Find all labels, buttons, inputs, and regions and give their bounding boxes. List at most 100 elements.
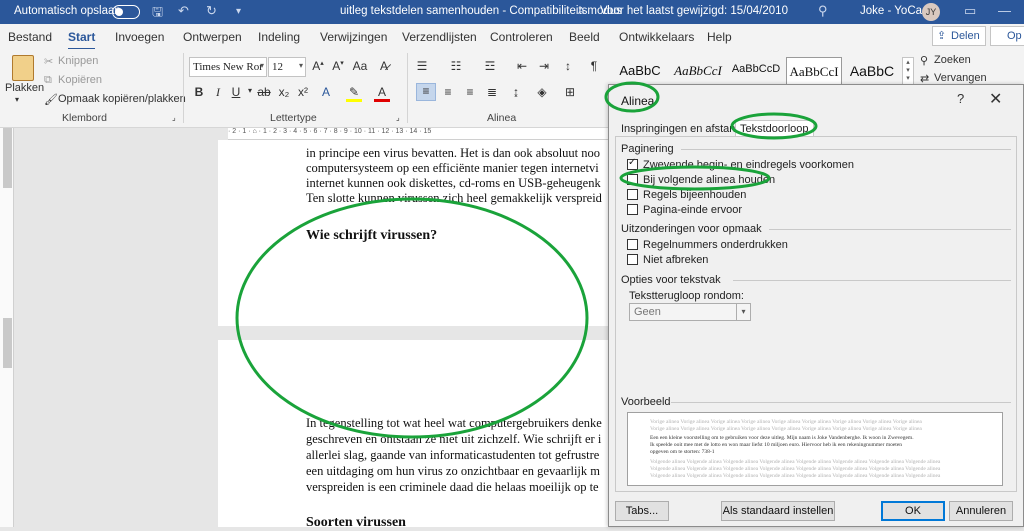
shading-icon[interactable]: ◈ <box>534 85 550 99</box>
last-saved-info[interactable]: Voor het laatst gewijzigd: 15/04/2010 <box>600 5 788 17</box>
undo-icon[interactable]: ↶ <box>178 3 189 19</box>
decrease-indent-icon[interactable]: ⇤ <box>514 59 530 73</box>
show-formatting-icon[interactable]: ¶ <box>586 59 602 73</box>
vertical-ruler[interactable] <box>0 128 14 527</box>
highlight-icon[interactable]: ✎ <box>346 85 362 102</box>
set-default-button[interactable]: Als standaard instellen <box>721 501 835 521</box>
format-painter-button[interactable]: Opmaak kopiëren/plakken <box>58 93 186 105</box>
find-button[interactable]: Zoeken <box>934 54 971 66</box>
save-icon[interactable]: 🖫 <box>152 3 163 25</box>
tab-start[interactable]: Start <box>68 30 96 50</box>
tab-ontwerpen[interactable]: Ontwerpen <box>183 30 242 44</box>
tab-invoegen[interactable]: Invoegen <box>115 30 164 44</box>
borders-icon[interactable]: ⊞ <box>562 85 578 99</box>
doc-line: Ten slotte kunnen virussen zich heel gem… <box>306 191 602 205</box>
font-color-icon[interactable]: A <box>374 85 390 102</box>
horizontal-ruler[interactable]: · 2 · 1 · ⌂ · 1 · 2 · 3 · 4 · 5 · 6 · 7 … <box>228 128 608 140</box>
tab-verzendlijsten[interactable]: Verzendlijsten <box>402 30 477 44</box>
shrink-font-icon[interactable]: A▾ <box>330 59 346 73</box>
suppress-line-numbers-row[interactable]: Regelnummers onderdrukken <box>627 239 788 251</box>
paste-button[interactable]: Plakken <box>5 82 44 94</box>
paste-icon[interactable] <box>12 55 34 81</box>
dialog-title: Alinea <box>621 94 655 108</box>
clipboard-launcher-icon[interactable]: ⌟ <box>172 113 176 122</box>
bold-icon[interactable]: B <box>191 85 207 99</box>
font-launcher-icon[interactable]: ⌟ <box>396 113 400 122</box>
pagination-label: Paginering <box>621 143 674 155</box>
page-break-before-row[interactable]: Pagina-einde ervoor <box>627 204 742 216</box>
superscript-icon[interactable]: x² <box>295 85 311 99</box>
tab-beeld[interactable]: Beeld <box>569 30 600 44</box>
align-left-icon[interactable]: ≡ <box>416 83 436 101</box>
doc-line: In tegenstelling tot wat heel wat comput… <box>306 416 602 430</box>
align-center-icon[interactable]: ≡ <box>440 85 456 99</box>
font-size-value: 12 <box>272 61 283 73</box>
line-spacing-icon[interactable]: ↨ <box>508 85 524 99</box>
share-button[interactable]: ⇪ Delen <box>932 26 986 46</box>
font-name-combo[interactable]: Times New Ror ▾ <box>189 57 267 77</box>
tab-verwijzingen[interactable]: Verwijzingen <box>320 30 387 44</box>
tab-help[interactable]: Help <box>707 30 732 44</box>
keep-lines-together-checkbox[interactable] <box>627 189 638 200</box>
tab-controleren[interactable]: Controleren <box>490 30 553 44</box>
strikethrough-icon[interactable]: ab <box>256 85 272 99</box>
wrap-select[interactable]: Geen ▾ <box>629 303 751 321</box>
avatar[interactable]: JY <box>922 3 940 21</box>
redo-icon[interactable]: ↻ <box>206 3 217 19</box>
ruler-margin <box>3 318 12 368</box>
grow-font-icon[interactable]: A▴ <box>310 59 326 73</box>
dont-hyphenate-checkbox[interactable] <box>627 254 638 265</box>
chevron-down-icon: ▾ <box>259 61 264 70</box>
tab-line-page-breaks[interactable]: Tekstdoorloop <box>735 120 814 137</box>
italic-icon[interactable]: I <box>210 85 226 100</box>
increase-indent-icon[interactable]: ⇥ <box>536 59 552 73</box>
tab-indeling[interactable]: Indeling <box>258 30 300 44</box>
close-icon[interactable]: ✕ <box>989 89 1002 109</box>
user-name[interactable]: Joke - YoCa <box>860 5 922 17</box>
ribbon-display-icon[interactable]: ▭ <box>964 3 976 19</box>
multilevel-list-icon[interactable]: ☲ <box>482 59 498 73</box>
search-icon[interactable]: ⚲ <box>818 3 828 19</box>
tab-ontwikkelaars[interactable]: Ontwikkelaars <box>619 30 694 44</box>
dont-hyphenate-row[interactable]: Niet afbreken <box>627 254 708 266</box>
comments-button[interactable]: Op <box>990 26 1024 46</box>
font-name-value: Times New Ror <box>193 61 263 73</box>
align-right-icon[interactable]: ≡ <box>462 85 478 99</box>
widow-control-checkbox[interactable] <box>627 157 638 170</box>
suppress-line-numbers-checkbox[interactable] <box>627 239 638 250</box>
preview-next-text: Volgende alinea Volgende alinea Volgende… <box>650 459 941 465</box>
customize-qat-icon[interactable]: ▾ <box>236 6 241 17</box>
font-size-combo[interactable]: 12 ▾ <box>268 57 306 77</box>
chevron-down-icon: ▾ <box>298 61 303 70</box>
doc-line: geschreven en ontstaan ze niet uit zichz… <box>306 432 602 446</box>
cut-button[interactable]: Knippen <box>58 55 98 67</box>
bullets-icon[interactable]: ☰ <box>414 59 430 73</box>
ok-button[interactable]: OK <box>881 501 945 521</box>
help-icon[interactable]: ? <box>957 91 964 106</box>
clear-formatting-icon[interactable]: A̷ <box>376 59 392 73</box>
paste-dropdown-icon[interactable]: ▾ <box>15 95 19 104</box>
replace-button[interactable]: Vervangen <box>934 72 987 84</box>
subscript-icon[interactable]: x₂ <box>276 85 292 99</box>
minimize-icon[interactable]: — <box>998 3 1011 18</box>
copy-button[interactable]: Kopiëren <box>58 74 102 86</box>
autosave-toggle[interactable] <box>112 5 140 19</box>
sort-icon[interactable]: ↕ <box>560 59 576 73</box>
keep-lines-together-row[interactable]: Regels bijeenhouden <box>627 189 746 201</box>
cut-icon: ✂ <box>44 56 54 68</box>
page-break-before-checkbox[interactable] <box>627 204 638 215</box>
keep-with-next-row[interactable]: Bij volgende alinea houden <box>627 174 775 186</box>
tab-indents-spacing[interactable]: Inspringingen en afstand <box>621 123 741 135</box>
justify-icon[interactable]: ≣ <box>484 85 500 99</box>
numbering-icon[interactable]: ☷ <box>448 59 464 73</box>
change-case-icon[interactable]: Aa <box>352 59 368 73</box>
wrap-label: Tekstterugloop rondom: <box>629 290 744 302</box>
cancel-button[interactable]: Annuleren <box>949 501 1013 521</box>
text-effects-icon[interactable]: A <box>318 85 334 99</box>
tabs-button[interactable]: Tabs... <box>615 501 669 521</box>
widow-control-row[interactable]: Zwevende begin- en eindregels voorkomen <box>627 157 854 171</box>
autosave-label: Automatisch opslaan <box>14 5 121 17</box>
keep-with-next-checkbox[interactable] <box>627 174 638 185</box>
tab-bestand[interactable]: Bestand <box>8 30 52 44</box>
doc-line: computersysteem op een efficiënte manier… <box>306 161 599 175</box>
